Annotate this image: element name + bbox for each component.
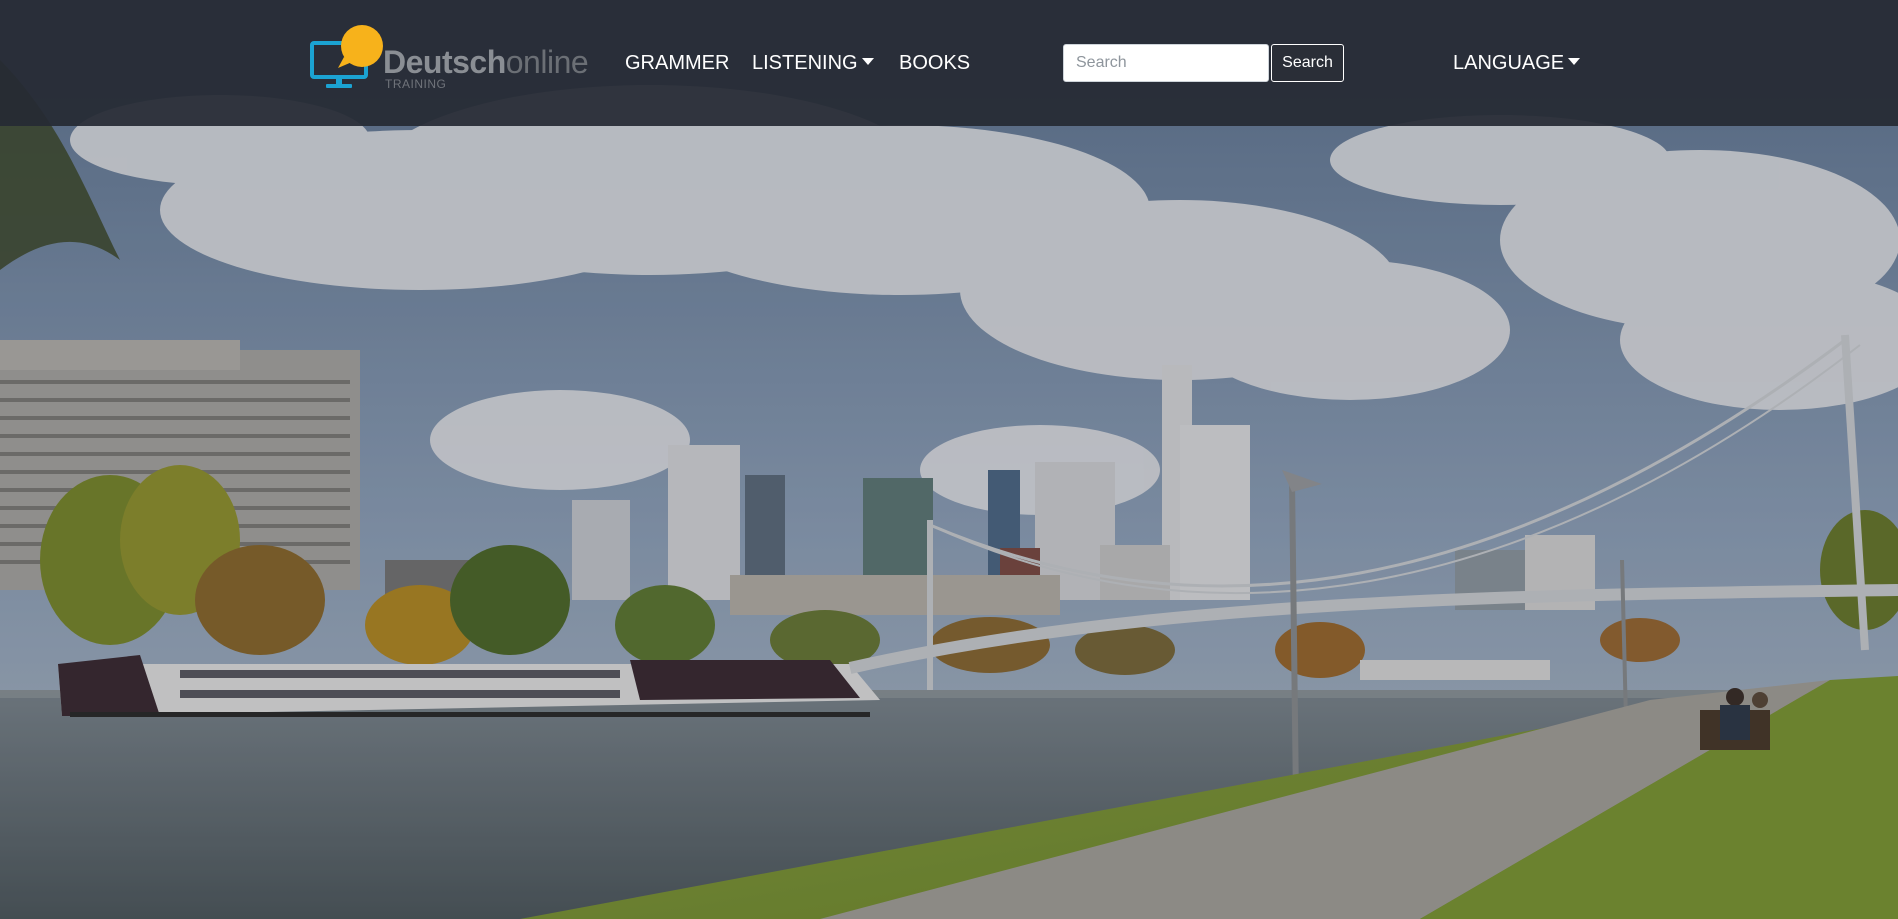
brand-word-online: online xyxy=(505,44,589,80)
search-button[interactable]: Search xyxy=(1271,44,1344,82)
nav-listening-label: LISTENING xyxy=(752,52,858,74)
search-input[interactable] xyxy=(1063,44,1269,82)
top-navbar: Deutschonline TRAINING GRAMMER LISTENING… xyxy=(0,0,1898,126)
brand-logo-link[interactable]: Deutschonline TRAINING xyxy=(310,24,600,94)
nav-language-label: LANGUAGE xyxy=(1453,52,1565,74)
hero-background xyxy=(0,0,1898,919)
caret-down-icon xyxy=(1568,58,1581,65)
nav-dropdown-listening[interactable]: LISTENING xyxy=(752,49,874,77)
hero-dim-overlay xyxy=(0,0,1898,919)
monitor-with-speech-bubble-icon xyxy=(310,25,383,88)
brand-name: Deutschonline xyxy=(383,44,589,80)
nav-link-grammer[interactable]: GRAMMER xyxy=(625,49,729,77)
nav-link-books[interactable]: BOOKS xyxy=(899,49,970,77)
brand-word-deutsch: Deutsch xyxy=(383,44,506,80)
caret-down-icon xyxy=(861,58,874,65)
brand-tagline: TRAINING xyxy=(385,77,447,91)
nav-dropdown-language[interactable]: LANGUAGE xyxy=(1453,49,1581,77)
